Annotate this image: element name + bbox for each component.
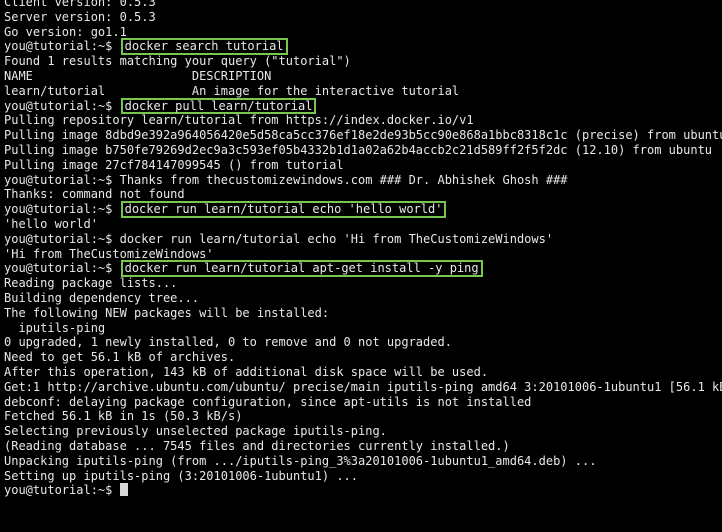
shell-prompt: you@tutorial:~$ [4, 483, 120, 498]
command-text: docker run learn/tutorial echo 'Hi from … [119, 231, 554, 246]
shell-prompt: you@tutorial:~$ [4, 39, 120, 54]
output-line: Get:1 http://archive.ubuntu.com/ubuntu/ … [4, 379, 722, 394]
shell-prompt: you@tutorial:~$ [4, 172, 120, 187]
highlighted-command: docker run learn/tutorial echo 'hello wo… [120, 201, 447, 218]
shell-prompt: you@tutorial:~$ [4, 202, 120, 217]
shell-prompt: you@tutorial:~$ [4, 261, 120, 276]
command-text: Thanks from thecustomizewindows.com ### … [119, 172, 568, 187]
text-cursor[interactable] [119, 483, 128, 497]
shell-prompt: you@tutorial:~$ [4, 98, 120, 113]
terminal-window[interactable]: Client version: 0.5.3 Server version: 0.… [0, 0, 722, 532]
shell-prompt: you@tutorial:~$ [4, 231, 120, 246]
active-prompt-line[interactable]: you@tutorial:~$ [4, 482, 722, 499]
